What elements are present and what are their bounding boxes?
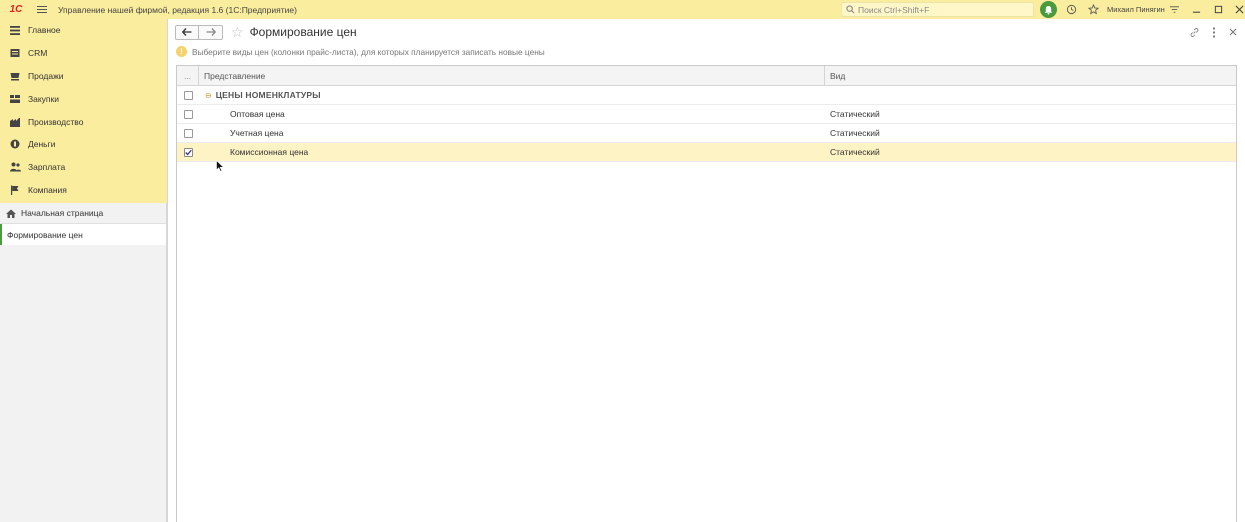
search-placeholder: Поиск Ctrl+Shift+F bbox=[858, 4, 930, 15]
open-window-home[interactable]: Начальная страница bbox=[0, 203, 166, 224]
purchase-icon bbox=[9, 93, 21, 105]
sidebar-item-salary[interactable]: Зарплата bbox=[0, 156, 167, 179]
close-icon[interactable] bbox=[1231, 1, 1245, 18]
sidebar-item-company[interactable]: Компания bbox=[0, 179, 167, 202]
crm-icon bbox=[9, 47, 21, 59]
open-windows-panel: Начальная страница Формирование цен bbox=[0, 203, 167, 522]
notifications-bell-icon[interactable] bbox=[1040, 1, 1057, 18]
sidebar-item-label: Продажи bbox=[28, 70, 64, 81]
cart-icon bbox=[9, 70, 21, 82]
coin-icon bbox=[9, 138, 21, 150]
table-header: ... Представление Вид bbox=[177, 66, 1236, 86]
form-close-icon[interactable] bbox=[1226, 25, 1240, 39]
sidebar-item-sales[interactable]: Продажи bbox=[0, 65, 167, 88]
table-group-row[interactable]: ⊖ ЦЕНЫ НОМЕНКЛАТУРЫ bbox=[177, 86, 1236, 105]
flag-icon bbox=[9, 184, 21, 196]
row-name: Учетная цена bbox=[230, 128, 284, 138]
back-button[interactable] bbox=[175, 24, 199, 40]
arrow-right-icon bbox=[206, 28, 216, 36]
factory-icon bbox=[9, 116, 21, 128]
link-icon[interactable] bbox=[1187, 25, 1201, 39]
maximize-icon[interactable] bbox=[1210, 1, 1227, 18]
row-name: Комиссионная цена bbox=[230, 147, 309, 157]
form-toolbar: ☆ Формирование цен bbox=[175, 24, 357, 40]
main-menu-icon[interactable] bbox=[32, 0, 52, 19]
row-checkbox[interactable] bbox=[183, 128, 193, 138]
sidebar-item-label: Закупки bbox=[28, 93, 59, 104]
column-header-kind[interactable]: Вид bbox=[825, 66, 1236, 85]
add-to-favorites-icon[interactable]: ☆ bbox=[231, 25, 244, 39]
table-row[interactable]: Учетная цена Статический bbox=[177, 124, 1236, 143]
info-icon: ! bbox=[176, 46, 187, 57]
sidebar-item-main[interactable]: Главное bbox=[0, 19, 167, 42]
people-icon bbox=[9, 161, 21, 173]
title-bar: 1С Управление нашей фирмой, редакция 1.6… bbox=[0, 0, 1245, 19]
row-kind: Статический bbox=[830, 147, 880, 157]
table-row[interactable]: Оптовая цена Статический bbox=[177, 105, 1236, 124]
mouse-cursor-icon bbox=[216, 159, 225, 174]
form-title: Формирование цен bbox=[249, 25, 357, 39]
search-input[interactable]: Поиск Ctrl+Shift+F bbox=[841, 2, 1034, 17]
group-checkbox[interactable] bbox=[183, 90, 193, 100]
hint-text: Выберите виды цен (колонки прайс-листа),… bbox=[192, 46, 545, 57]
row-checkbox-checked[interactable] bbox=[183, 147, 193, 157]
price-kinds-table: ... Представление Вид ⊖ ЦЕНЫ НОМЕНКЛАТУР… bbox=[176, 65, 1237, 522]
sidebar-item-production[interactable]: Производство bbox=[0, 110, 167, 133]
group-label: ЦЕНЫ НОМЕНКЛАТУРЫ bbox=[215, 90, 321, 100]
collapse-group-icon[interactable]: ⊖ bbox=[205, 91, 212, 100]
row-name: Оптовая цена bbox=[230, 109, 285, 119]
sidebar-item-purchases[interactable]: Закупки bbox=[0, 87, 167, 110]
user-name[interactable]: Михаил Пинягин bbox=[1107, 5, 1165, 14]
row-kind: Статический bbox=[830, 109, 880, 119]
table-row-selected[interactable]: Комиссионная цена Статический bbox=[177, 143, 1236, 162]
panel-divider bbox=[167, 19, 168, 522]
search-icon bbox=[846, 5, 855, 14]
sections-panel: Главное CRM Продажи Закупки Производство… bbox=[0, 19, 167, 203]
sidebar-item-label: Производство bbox=[28, 116, 84, 127]
row-checkbox[interactable] bbox=[183, 109, 193, 119]
app-logo: 1С bbox=[9, 4, 23, 15]
sidebar-item-label: Деньги bbox=[28, 139, 56, 150]
form-hint: ! Выберите виды цен (колонки прайс-листа… bbox=[176, 46, 545, 57]
settings-menu-icon[interactable] bbox=[1166, 1, 1183, 18]
open-window-label: Формирование цен bbox=[7, 229, 83, 240]
sidebar-item-label: CRM bbox=[28, 48, 48, 59]
column-header-mark[interactable]: ... bbox=[177, 66, 199, 85]
history-icon[interactable] bbox=[1063, 1, 1080, 18]
column-header-representation[interactable]: Представление bbox=[199, 66, 825, 85]
favorites-star-icon[interactable] bbox=[1085, 1, 1102, 18]
home-icon bbox=[6, 209, 16, 218]
checkmark-icon bbox=[184, 149, 192, 155]
forward-button[interactable] bbox=[199, 24, 223, 40]
open-window-label: Начальная страница bbox=[21, 208, 104, 218]
sidebar-item-money[interactable]: Деньги bbox=[0, 133, 167, 156]
app-title: Управление нашей фирмой, редакция 1.6 (1… bbox=[58, 4, 297, 15]
sidebar-item-label: Главное bbox=[28, 25, 61, 36]
more-actions-icon[interactable] bbox=[1207, 25, 1221, 39]
sidebar-item-label: Компания bbox=[28, 184, 67, 195]
row-kind: Статический bbox=[830, 128, 880, 138]
open-window-active[interactable]: Формирование цен bbox=[0, 224, 166, 245]
sidebar-item-crm[interactable]: CRM bbox=[0, 42, 167, 65]
menu-lines-icon bbox=[9, 24, 21, 36]
arrow-left-icon bbox=[182, 28, 192, 36]
sidebar-item-label: Зарплата bbox=[28, 162, 66, 173]
minimize-icon[interactable] bbox=[1188, 1, 1205, 18]
